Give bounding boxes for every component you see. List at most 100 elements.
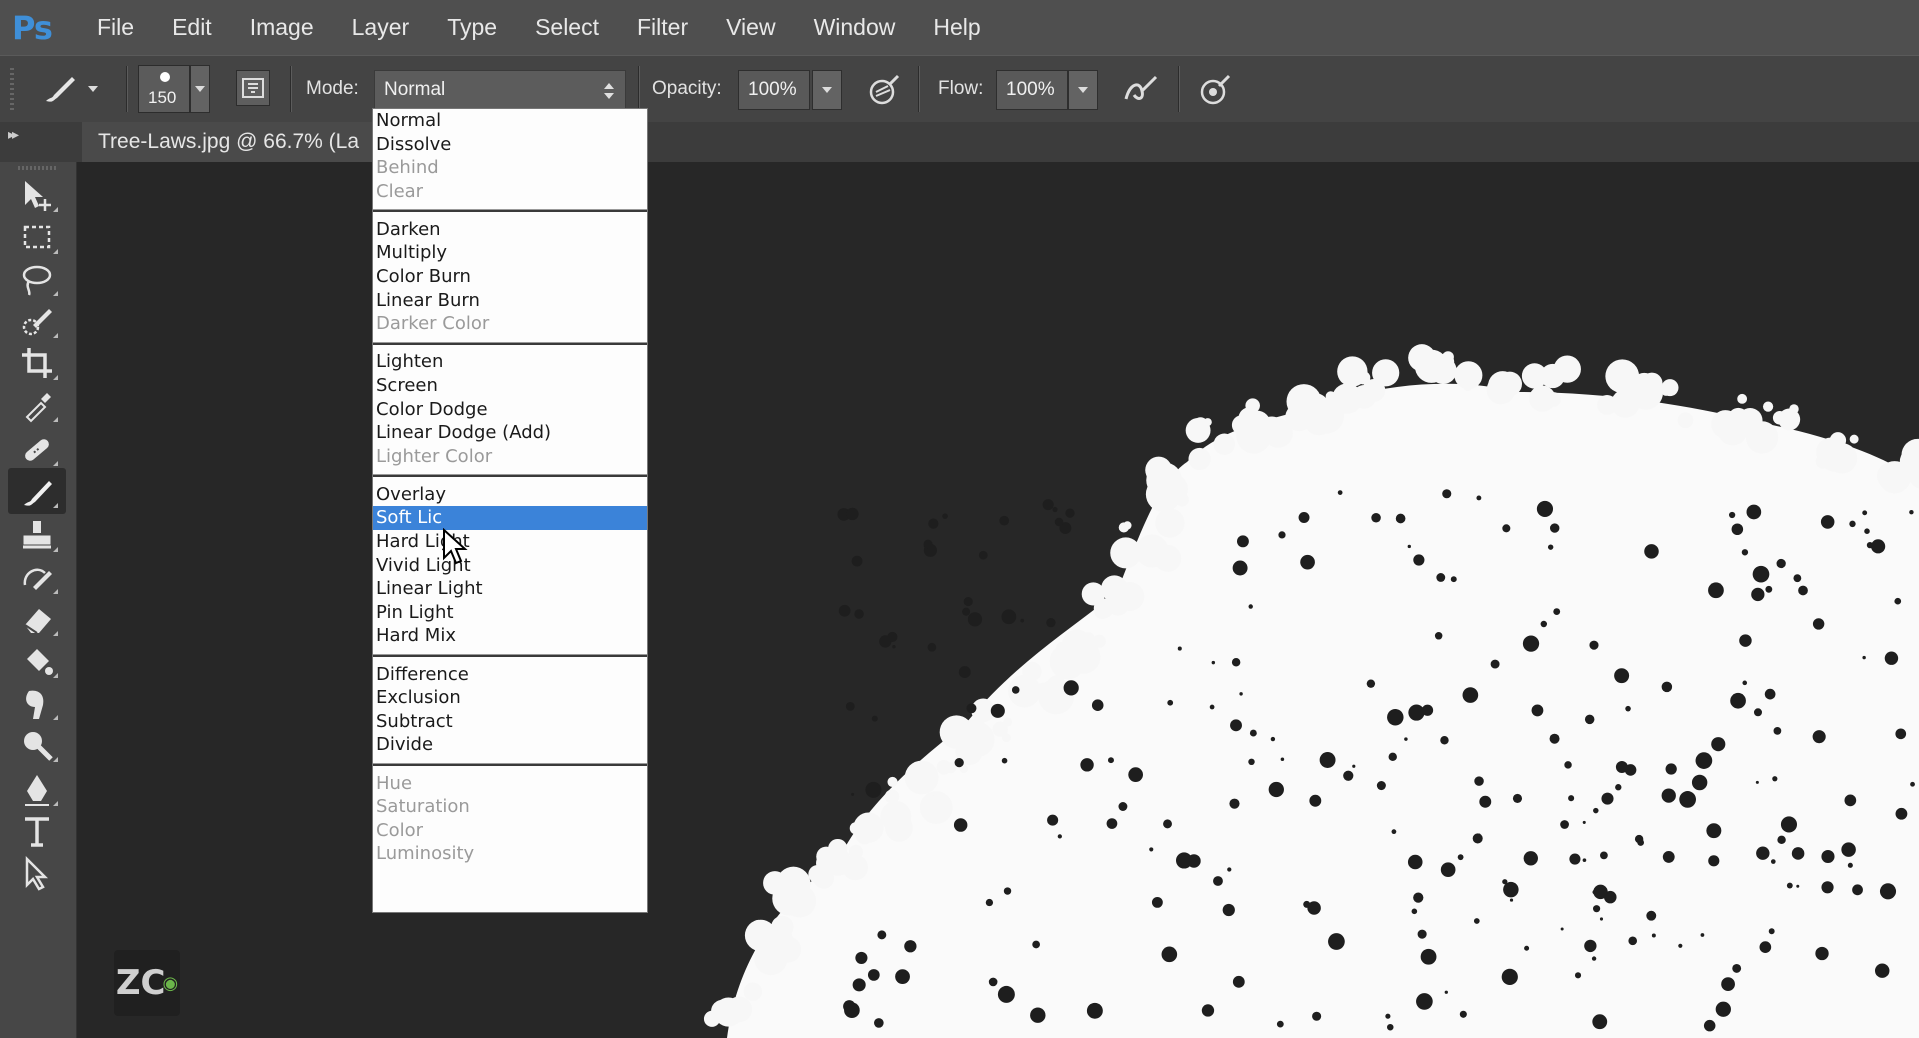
flyout-indicator-icon <box>53 333 58 338</box>
dodge-icon <box>24 732 53 761</box>
document-title: Tree-Laws.jpg @ 66.7% (La <box>98 130 359 153</box>
path-selection-tool-button[interactable] <box>8 850 66 896</box>
smudge-tool-button[interactable] <box>8 680 66 726</box>
brush-tip-icon <box>160 72 170 82</box>
rectangular-marquee-icon <box>23 225 51 249</box>
menu-edit[interactable]: Edit <box>153 14 231 41</box>
healing-brush-tool-button[interactable] <box>8 426 66 472</box>
menu-window[interactable]: Window <box>795 14 915 41</box>
blend-mode-option[interactable]: Pin Light <box>373 601 647 625</box>
brush-preset-picker[interactable]: 150 <box>138 65 190 113</box>
options-bar-grip[interactable] <box>10 68 14 112</box>
blend-mode-option[interactable]: Vivid Light <box>373 554 647 578</box>
rectangular-marquee-tool-button[interactable] <box>8 214 66 260</box>
blend-mode-group-divider <box>373 654 647 658</box>
menu-select[interactable]: Select <box>516 14 618 41</box>
blend-mode-option[interactable]: Linear Burn <box>373 289 647 313</box>
menu-type[interactable]: Type <box>428 14 516 41</box>
photoshop-logo: Ps <box>12 8 53 47</box>
quick-selection-tool-button[interactable] <box>8 298 66 344</box>
eyedropper-tool-button[interactable] <box>8 382 66 428</box>
flyout-indicator-icon <box>53 589 58 594</box>
blend-mode-dropdown-list[interactable]: Normal Dissolve Behind Clear Darken Multiply C… <box>372 108 648 913</box>
blend-mode-group: Lighten Screen Color Dodge Linear Dodge (Ad… <box>373 350 647 468</box>
document-canvas[interactable] <box>77 162 1919 1038</box>
blend-mode-option[interactable]: Linear Dodge (Add) <box>373 421 647 445</box>
blend-mode-option[interactable]: Multiply <box>373 241 647 265</box>
lasso-tool-button[interactable] <box>8 256 66 302</box>
blend-mode-option: Hue <box>376 772 413 794</box>
blend-mode-option[interactable]: Subtract <box>373 710 647 734</box>
divider <box>918 66 920 112</box>
blend-mode-option[interactable]: Lighten <box>373 350 647 374</box>
select-arrows-icon <box>604 83 614 99</box>
opacity-input[interactable]: 100% <box>738 70 810 110</box>
crop-tool-button[interactable] <box>8 340 66 386</box>
collapse-panel-icon[interactable]: ▸▸ <box>8 126 19 143</box>
flyout-indicator-icon <box>53 249 58 254</box>
brush-preset-dropdown[interactable] <box>190 65 210 113</box>
flow-dropdown[interactable] <box>1068 70 1098 110</box>
blend-mode-option[interactable]: Color Dodge <box>373 398 647 422</box>
document-tab[interactable]: Tree-Laws.jpg @ 66.7% (La <box>82 122 398 162</box>
blend-mode-option[interactable]: Darken <box>373 218 647 242</box>
blend-mode-group-divider <box>373 763 647 766</box>
opacity-dropdown[interactable] <box>812 70 842 110</box>
brush-tool-button[interactable] <box>8 468 66 514</box>
history-brush-tool-button[interactable] <box>8 554 66 600</box>
tools-panel-grip[interactable] <box>18 166 58 170</box>
menu-image[interactable]: Image <box>231 14 333 41</box>
menu-layer[interactable]: Layer <box>333 14 429 41</box>
menu-view[interactable]: View <box>707 14 794 41</box>
blend-mode-option: Darker Color <box>376 313 490 335</box>
clone-stamp-tool-button[interactable] <box>8 512 66 558</box>
flyout-indicator-icon <box>53 417 58 422</box>
chevron-down-icon <box>88 86 98 92</box>
pressure-opacity-button[interactable] <box>864 70 904 110</box>
blend-mode-option[interactable]: Hard Mix <box>373 624 647 648</box>
path-selection-icon <box>25 855 49 891</box>
healing-brush-icon <box>25 439 49 461</box>
flyout-indicator-icon <box>53 801 58 806</box>
paint-bucket-icon <box>27 649 53 675</box>
brush-panel-toggle[interactable] <box>236 70 270 106</box>
blend-mode-option[interactable]: Exclusion <box>373 686 647 710</box>
blend-mode-option[interactable]: Hard Light <box>373 530 647 554</box>
menu-help[interactable]: Help <box>914 14 999 41</box>
pen-tool-button[interactable] <box>8 766 66 812</box>
blend-mode-select[interactable]: Normal <box>374 70 626 110</box>
blend-mode-group: Normal Dissolve Behind Clear <box>373 109 647 203</box>
blend-mode-option[interactable]: Dissolve <box>373 133 647 157</box>
menu-file[interactable]: File <box>78 14 153 41</box>
brush-icon <box>46 77 75 102</box>
history-brush-icon <box>23 568 52 590</box>
airbrush-icon <box>1124 75 1158 100</box>
blend-mode-option: Behind <box>376 157 439 179</box>
blend-mode-option[interactable]: Linear Light <box>373 577 647 601</box>
blend-mode-option[interactable]: Normal <box>373 109 647 133</box>
type-tool-button[interactable] <box>8 808 66 854</box>
flow-label: Flow: <box>938 78 984 99</box>
move-tool-tool-button[interactable] <box>8 172 66 218</box>
blend-mode-option[interactable]: Color Burn <box>373 265 647 289</box>
dodge-tool-button[interactable] <box>8 722 66 768</box>
pressure-size-button[interactable] <box>1194 70 1236 110</box>
blend-mode-option[interactable]: Divide <box>373 733 647 757</box>
paint-bucket-tool-button[interactable] <box>8 638 66 684</box>
blend-mode-option[interactable]: Overlay <box>373 483 647 507</box>
tool-preset-picker[interactable] <box>38 68 118 110</box>
blend-mode-option[interactable]: Screen <box>373 374 647 398</box>
brush-icon <box>24 481 52 506</box>
blend-mode-option[interactable]: Difference <box>373 663 647 687</box>
pressure-size-icon <box>1200 74 1231 105</box>
menu-filter[interactable]: Filter <box>618 14 707 41</box>
blend-mode-option[interactable]: Soft Lic <box>373 506 647 531</box>
blend-mode-option: Color <box>376 819 423 841</box>
opacity-label: Opacity: <box>652 78 722 99</box>
airbrush-button[interactable] <box>1118 70 1162 110</box>
flyout-indicator-icon <box>53 375 58 380</box>
eraser-tool-button[interactable] <box>8 596 66 642</box>
blend-mode-group-divider <box>373 209 647 213</box>
flow-input[interactable]: 100% <box>996 70 1068 110</box>
blend-mode-option: Luminosity <box>376 843 475 865</box>
